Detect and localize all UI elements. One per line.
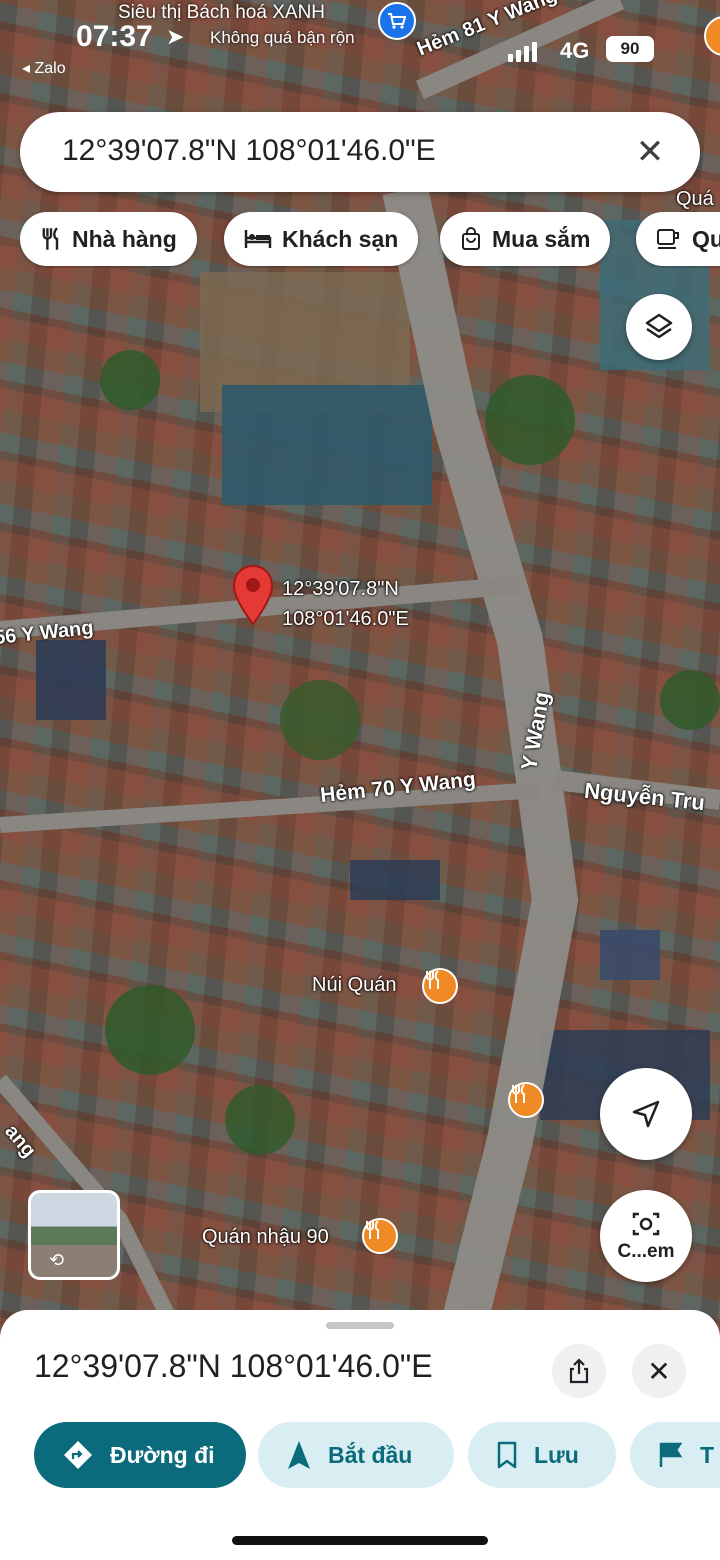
hotel-icon	[244, 230, 272, 248]
save-button[interactable]: Lưu	[468, 1422, 616, 1488]
bottom-sheet[interactable]: 12°39'07.8"N 108°01'46.0"E ✕ Đường đi Bắ…	[0, 1310, 720, 1560]
drag-handle[interactable]	[326, 1322, 394, 1329]
restaurant-icon[interactable]	[422, 968, 458, 1004]
poi-label-nui-quan: Núi Quán	[312, 974, 397, 996]
poi-label-quan-top: Quá	[676, 188, 714, 210]
clock-time: 07:37	[76, 20, 153, 53]
share-icon	[569, 1358, 589, 1384]
category-chips: Nhà hàng Khách sạn Mua sắm Qu	[20, 212, 720, 268]
restaurant-icon[interactable]	[362, 1218, 398, 1254]
close-icon: ✕	[647, 1355, 671, 1387]
signal-icon	[508, 38, 542, 62]
close-icon[interactable]: ✕	[626, 128, 674, 176]
navigation-icon	[288, 1441, 310, 1469]
battery-level: 90	[620, 39, 640, 58]
action-label: T	[700, 1441, 715, 1468]
navigation-arrow-icon	[632, 1100, 660, 1128]
network-type: 4G	[560, 38, 590, 63]
directions-icon	[64, 1441, 92, 1469]
pin-label-line2: 108°01'46.0"E	[282, 608, 409, 630]
chip-label: Nhà hàng	[72, 225, 177, 252]
my-location-button[interactable]	[600, 1068, 692, 1160]
poi-label-quan-nhau: Quán nhậu 90	[202, 1226, 329, 1248]
close-sheet-button[interactable]: ✕	[632, 1344, 686, 1398]
chip-shopping[interactable]: Mua sắm	[440, 212, 611, 266]
flag-icon	[659, 1442, 683, 1467]
start-button[interactable]: Bắt đầu	[258, 1422, 454, 1488]
status-bar: Siêu thị Bách hoá XANH 07:37 ➤ Không quá…	[0, 0, 720, 80]
chip-restaurants[interactable]: Nhà hàng	[20, 212, 197, 266]
action-label: Bắt đầu	[328, 1441, 413, 1468]
home-indicator	[232, 1536, 488, 1545]
street-view-thumbnail[interactable]: ⟲	[28, 1190, 120, 1280]
poi-marker-icon[interactable]	[704, 16, 720, 56]
layers-icon	[645, 313, 673, 339]
search-bar[interactable]: 12°39'07.8"N 108°01'46.0"E ✕	[20, 112, 700, 192]
nearby-place-status: Không quá bận rộn	[210, 28, 355, 47]
back-to-app-link[interactable]: ◂ Zalo	[22, 58, 66, 78]
lens-label: C...em	[617, 1241, 675, 1262]
cafe-icon	[657, 229, 679, 249]
restaurant-icon	[42, 227, 59, 250]
chip-hotels[interactable]: Khách sạn	[224, 212, 419, 266]
share-button[interactable]	[552, 1344, 606, 1398]
rotate-360-icon: ⟲	[49, 1250, 65, 1270]
layers-button[interactable]	[626, 294, 692, 360]
chip-label: Qu	[692, 225, 720, 252]
camera-lens-icon	[632, 1212, 660, 1236]
bookmark-icon	[497, 1441, 517, 1469]
battery-icon: 90	[606, 36, 654, 62]
search-input[interactable]: 12°39'07.8"N 108°01'46.0"E	[62, 134, 436, 168]
action-buttons: Đường đi Bắt đầu Lưu T	[34, 1422, 720, 1490]
directions-button[interactable]: Đường đi	[34, 1422, 246, 1488]
chip-cafes[interactable]: Qu	[636, 212, 720, 266]
action-label: Lưu	[534, 1441, 579, 1468]
restaurant-icon[interactable]	[508, 1082, 544, 1118]
pin-label-line1: 12°39'07.8"N	[282, 578, 399, 600]
location-pin-icon[interactable]	[232, 564, 274, 628]
location-arrow-icon: ➤	[166, 24, 185, 49]
chip-label: Khách sạn	[282, 225, 399, 252]
flag-button[interactable]: T	[630, 1422, 720, 1488]
shopping-cart-icon[interactable]	[378, 2, 416, 40]
shopping-icon	[462, 227, 480, 250]
lens-search-button[interactable]: C...em	[600, 1190, 692, 1282]
pin-coordinate-label: 12°39'07.8"N 108°01'46.0"E	[282, 574, 409, 634]
place-title: 12°39'07.8"N 108°01'46.0"E	[34, 1348, 433, 1384]
chip-label: Mua sắm	[492, 225, 591, 252]
action-label: Đường đi	[110, 1441, 215, 1468]
